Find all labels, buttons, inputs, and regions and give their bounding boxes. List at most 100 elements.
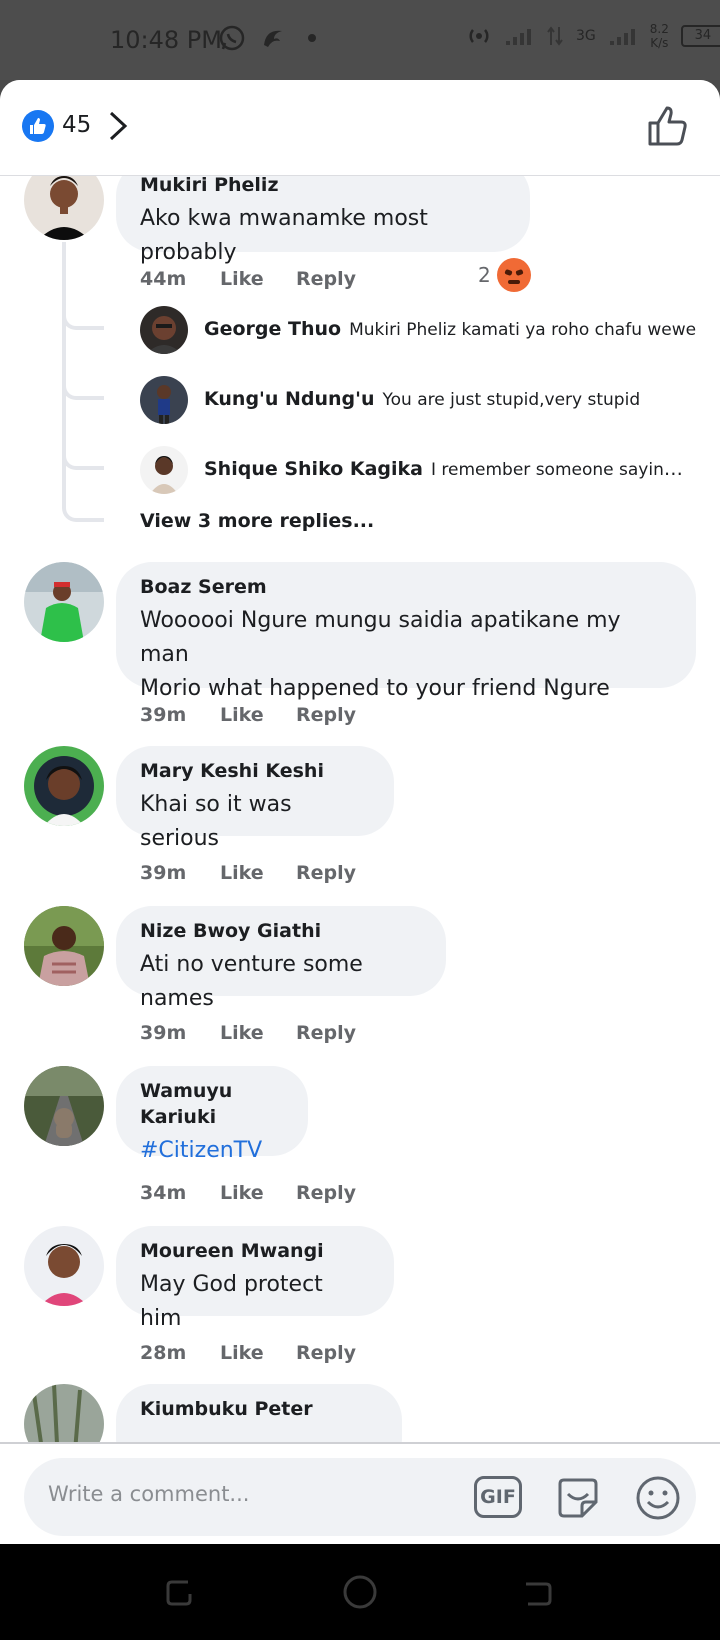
reactions-header: 45 xyxy=(0,80,720,176)
comment-bubble[interactable]: Moureen Mwangi May God protect him xyxy=(116,1226,394,1331)
avatar[interactable] xyxy=(24,1384,104,1442)
comment-bubble[interactable]: Mary Keshi Keshi Khai so it was serious xyxy=(116,746,394,851)
comment-text: Ako kwa mwanamke most probably xyxy=(140,206,428,265)
comment-text-line: Morio what happened to your friend Ngure xyxy=(140,676,610,701)
hotspot-icon xyxy=(469,29,489,43)
avatar[interactable] xyxy=(24,176,104,240)
emoji-icon[interactable] xyxy=(634,1474,682,1522)
hashtag-link[interactable]: #CitizenTV xyxy=(140,1134,284,1168)
comment-bubble[interactable]: Mukiri Pheliz Ako kwa mwanamke most prob… xyxy=(116,176,530,265)
gif-button[interactable]: GIF xyxy=(474,1476,522,1518)
chevron-right-icon[interactable] xyxy=(108,110,128,142)
reply-link[interactable]: Reply xyxy=(296,704,356,726)
reply-avatar[interactable] xyxy=(140,306,188,354)
like-link[interactable]: Like xyxy=(220,1182,296,1204)
reply-link[interactable]: Reply xyxy=(296,1182,356,1204)
comments-list[interactable]: Mukiri Pheliz Ako kwa mwanamke most prob… xyxy=(0,176,720,1442)
comment-actions: 39m Like Reply xyxy=(140,704,356,726)
comment-bubble[interactable]: Nize Bwoy Giathi Ati no venture some nam… xyxy=(116,906,446,1011)
back-icon[interactable] xyxy=(522,1576,554,1608)
reply-text: Mukiri Pheliz kamati ya roho chafu wewe xyxy=(349,320,697,340)
comment-author[interactable]: Mukiri Pheliz xyxy=(140,176,506,198)
avatar[interactable] xyxy=(24,746,104,826)
more-notifications-dot xyxy=(308,34,316,42)
system-navigation-bar xyxy=(0,1544,720,1640)
reaction-summary[interactable]: 2 xyxy=(478,258,531,292)
like-reaction-icon[interactable] xyxy=(22,110,54,142)
avatar[interactable] xyxy=(24,562,104,642)
sticker-icon[interactable] xyxy=(554,1474,602,1522)
reply-line[interactable]: Kung'u Ndung'u You are just stupid,very s… xyxy=(204,388,704,410)
comment-author[interactable]: Moureen Mwangi xyxy=(140,1238,370,1264)
comment-timestamp[interactable]: 39m xyxy=(140,1022,220,1044)
reply-avatar[interactable] xyxy=(140,376,188,424)
comment-timestamp[interactable]: 28m xyxy=(140,1342,220,1364)
signal-icon xyxy=(506,29,531,45)
comment-actions: 28m Like Reply xyxy=(140,1342,356,1364)
comment-text: May God protect him xyxy=(140,1272,323,1331)
comment-actions: 39m Like Reply xyxy=(140,862,356,884)
avatar[interactable] xyxy=(24,1066,104,1146)
comment-input-placeholder: Write a comment... xyxy=(48,1482,250,1506)
network-speed: 8.2 K/s xyxy=(650,22,669,50)
reply-line[interactable]: George Thuo Mukiri Pheliz kamati ya roho … xyxy=(204,318,704,340)
status-notification-icons xyxy=(218,24,316,52)
avatar[interactable] xyxy=(24,1226,104,1306)
reply-avatar[interactable] xyxy=(140,446,188,494)
home-icon[interactable] xyxy=(342,1574,378,1610)
reply-line[interactable]: Shique Shiko Kagika I remember someone sa… xyxy=(204,458,692,480)
status-time: 10:48 PM xyxy=(110,26,222,54)
battery-indicator: 34 xyxy=(680,25,720,47)
comment-timestamp[interactable]: 34m xyxy=(140,1182,220,1204)
network-speed-unit: K/s xyxy=(650,36,669,50)
like-link[interactable]: Like xyxy=(220,268,296,290)
comment-author[interactable]: Nize Bwoy Giathi xyxy=(140,918,422,944)
reply-link[interactable]: Reply xyxy=(296,268,356,290)
like-button-icon[interactable] xyxy=(646,104,690,148)
like-link[interactable]: Like xyxy=(220,862,296,884)
comment-author[interactable]: Mary Keshi Keshi xyxy=(140,758,370,784)
reply-author[interactable]: Kung'u Ndung'u xyxy=(204,388,375,410)
comment-timestamp[interactable]: 39m xyxy=(140,704,220,726)
comment-input[interactable]: Write a comment... GIF xyxy=(24,1458,696,1536)
reply-author[interactable]: George Thuo xyxy=(204,318,341,340)
comment-timestamp[interactable]: 39m xyxy=(140,862,220,884)
reply-thread-line xyxy=(62,326,66,496)
reply-link[interactable]: Reply xyxy=(296,862,356,884)
reply-thread-branch xyxy=(62,442,104,470)
reply-author[interactable]: Shique Shiko Kagika xyxy=(204,458,423,480)
whatsapp-icon xyxy=(219,25,245,51)
view-more-replies-link[interactable]: View 3 more replies... xyxy=(140,510,374,532)
like-link[interactable]: Like xyxy=(220,1022,296,1044)
like-link[interactable]: Like xyxy=(220,704,296,726)
recent-apps-icon[interactable] xyxy=(164,1576,196,1608)
status-system-icons: 3G 8.2 K/s 34 xyxy=(466,22,720,50)
comment-author[interactable]: Kiumbuku Peter xyxy=(140,1396,378,1422)
comment-actions: 39m Like Reply xyxy=(140,1022,356,1044)
comment-text: Ati no venture some names xyxy=(140,952,363,1011)
status-bar: 10:48 PM 3G 8.2 K/s 34 xyxy=(0,0,720,80)
comment-author[interactable]: Boaz Serem xyxy=(140,574,672,600)
reply-thread-branch xyxy=(62,372,104,400)
comment-bubble[interactable]: Boaz Serem Woooooi Ngure mungu saidia ap… xyxy=(116,562,696,701)
comment-bubble[interactable]: Wamuyu Kariuki #CitizenTV xyxy=(116,1066,308,1163)
angry-reaction-icon xyxy=(496,258,531,292)
reaction-count: 2 xyxy=(478,263,491,287)
comment-composer: Write a comment... GIF xyxy=(0,1442,720,1544)
comment-author[interactable]: Wamuyu Kariuki xyxy=(140,1078,284,1130)
reply-thread-branch xyxy=(62,302,104,330)
network-speed-value: 8.2 xyxy=(649,22,669,36)
signal-icon-2 xyxy=(609,29,635,45)
comment-bubble[interactable]: Kiumbuku Peter xyxy=(116,1384,402,1442)
reply-thread-branch xyxy=(62,494,104,522)
like-count[interactable]: 45 xyxy=(62,112,91,138)
comment-text-line: Woooooi Ngure mungu saidia apatikane my … xyxy=(140,608,621,667)
comment-timestamp[interactable]: 44m xyxy=(140,268,220,290)
network-type-label: 3G xyxy=(576,28,596,44)
reply-link[interactable]: Reply xyxy=(296,1022,356,1044)
avatar[interactable] xyxy=(24,906,104,986)
comment-text: Khai so it was serious xyxy=(140,792,292,851)
comment-actions: 34m Like Reply xyxy=(140,1182,356,1204)
reply-link[interactable]: Reply xyxy=(296,1342,356,1364)
like-link[interactable]: Like xyxy=(220,1342,296,1364)
